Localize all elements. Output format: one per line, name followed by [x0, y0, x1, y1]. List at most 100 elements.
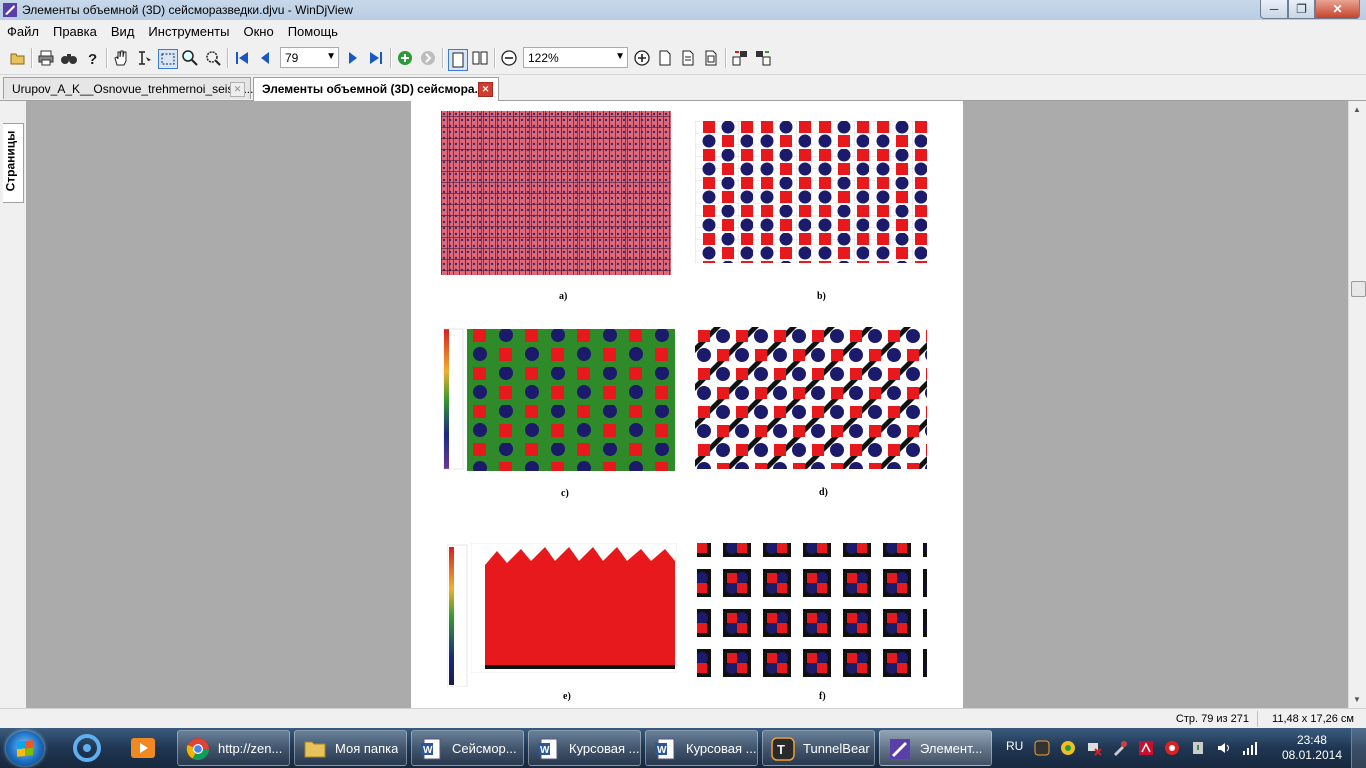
menu-help[interactable]: Помощь — [281, 24, 345, 39]
rect-select-icon[interactable] — [158, 49, 178, 69]
taskbar-item-label: Курсовая ... — [569, 741, 640, 756]
start-button[interactable] — [6, 731, 44, 766]
zoom-rect-icon[interactable] — [204, 49, 222, 67]
network-signal-icon[interactable] — [1242, 740, 1258, 756]
scroll-down-icon[interactable]: ▼ — [1353, 695, 1361, 704]
clock-time: 23:48 — [1296, 733, 1327, 747]
word-icon: W — [655, 738, 675, 760]
help-icon[interactable]: ? — [83, 49, 101, 67]
taskbar-item-chrome[interactable]: http://zen... — [177, 730, 290, 766]
print-icon[interactable] — [37, 49, 55, 67]
text-select-icon[interactable] — [135, 49, 153, 67]
single-page-icon[interactable] — [448, 49, 468, 71]
close-icon[interactable]: ✕ — [230, 82, 245, 97]
two-page-icon[interactable] — [471, 49, 489, 67]
page-number-value: 79 — [285, 51, 299, 65]
tunnelbear-tray-icon[interactable] — [1034, 740, 1050, 756]
taskbar-item-label: Сейсмор... — [452, 741, 517, 756]
windjview-app-icon — [3, 3, 17, 17]
adobe-tray-icon[interactable] — [1138, 740, 1154, 756]
forward-icon[interactable] — [419, 49, 437, 67]
menu-file[interactable]: Файл — [0, 24, 46, 39]
taskbar-item-folder[interactable]: Моя папка — [294, 730, 407, 766]
zoom-combo[interactable]: 122% ▼ — [523, 47, 628, 68]
svg-text:W: W — [540, 745, 550, 756]
status-page-size: 11,48 x 17,26 см — [1272, 713, 1354, 725]
zoom-out-icon[interactable] — [500, 49, 518, 67]
first-page-icon[interactable] — [233, 49, 251, 67]
taskbar-item-tunnelbear[interactable]: T TunnelBear — [762, 730, 875, 766]
network-blocked-icon[interactable] — [1086, 740, 1102, 756]
status-bar: Стр. 79 из 271 11,48 x 17,26 см — [0, 708, 1366, 729]
title-bar: Элементы объемной (3D) сейсморазведки.dj… — [0, 0, 1366, 20]
window-title: Элементы объемной (3D) сейсморазведки.dj… — [22, 3, 353, 17]
taskbar-item-word-1[interactable]: W Сейсмор... — [411, 730, 524, 766]
safely-remove-icon[interactable] — [1190, 740, 1206, 756]
show-desktop-button[interactable] — [1351, 728, 1366, 768]
folder-icon — [304, 741, 326, 758]
vertical-scrollbar[interactable]: ▲ ▼ — [1348, 101, 1366, 708]
antivirus-tray-icon[interactable] — [1164, 740, 1180, 756]
zoom-in-tool-icon[interactable] — [181, 49, 199, 67]
pages-panel-tab[interactable]: Страницы — [3, 123, 24, 203]
toolbar: ? 79 ▼ 122% ▼ — [0, 42, 1366, 75]
rotate-right-icon[interactable] — [754, 49, 772, 67]
taskbar-item-label: Элемент... — [920, 741, 983, 756]
close-button[interactable]: ✕ — [1315, 0, 1360, 19]
menu-view[interactable]: Вид — [104, 24, 142, 39]
back-icon[interactable] — [396, 49, 414, 67]
close-icon[interactable]: ✕ — [478, 82, 493, 97]
menu-edit[interactable]: Правка — [46, 24, 104, 39]
next-page-icon[interactable] — [344, 49, 362, 67]
figure-f-caption: f) — [819, 691, 826, 702]
tab-label: Urupov_A_K__Osnovue_trehmernoi_seism... — [12, 82, 254, 96]
chrome-icon — [186, 738, 209, 760]
menu-tools[interactable]: Инструменты — [141, 24, 236, 39]
actual-size-icon[interactable] — [702, 49, 720, 67]
zoom-in-icon[interactable] — [633, 49, 651, 67]
media-player-icon[interactable] — [118, 730, 168, 766]
tab-label: Элементы объемной (3D) сейсмора... — [262, 82, 485, 96]
document-viewport[interactable]: a) b) c) d) e) f) — [26, 101, 1348, 708]
tunnelbear-icon: T — [771, 737, 795, 761]
maximize-button[interactable]: ❐ — [1288, 0, 1315, 19]
open-icon[interactable] — [9, 49, 27, 67]
taskbar-item-word-3[interactable]: W Курсовая ... — [645, 730, 758, 766]
document-tabs: Urupov_A_K__Osnovue_trehmernoi_seism... … — [0, 75, 1366, 101]
chevron-down-icon[interactable]: ▼ — [326, 51, 336, 62]
fit-width-icon[interactable] — [679, 49, 697, 67]
scroll-up-icon[interactable]: ▲ — [1353, 105, 1361, 114]
status-page-info: Стр. 79 из 271 — [1175, 713, 1249, 725]
taskbar-item-label: http://zen... — [218, 741, 283, 756]
clock[interactable]: 23:48 08.01.2014 — [1282, 733, 1342, 763]
taskbar-item-windjview[interactable]: Элемент... — [879, 730, 992, 766]
zoom-value: 122% — [528, 51, 559, 65]
last-page-icon[interactable] — [367, 49, 385, 67]
hand-tool-icon[interactable] — [112, 49, 130, 67]
fit-page-icon[interactable] — [656, 49, 674, 67]
minimize-button[interactable]: ─ — [1260, 0, 1288, 19]
chevron-down-icon[interactable]: ▼ — [615, 51, 625, 62]
taskbar-item-label: Моя папка — [335, 741, 399, 756]
figure-c-caption: c) — [561, 488, 569, 499]
figure-e-caption: e) — [563, 691, 571, 702]
taskbar-item-word-2[interactable]: W Курсовая ... — [528, 730, 641, 766]
figure-c-colorbar — [443, 328, 464, 470]
volume-icon[interactable] — [1216, 740, 1232, 756]
language-indicator[interactable]: RU — [1006, 739, 1023, 753]
tools-tray-icon[interactable] — [1112, 740, 1128, 756]
clock-date: 08.01.2014 — [1281, 748, 1342, 762]
tab-urupov[interactable]: Urupov_A_K__Osnovue_trehmernoi_seism... … — [3, 77, 254, 99]
skype-tray-icon[interactable] — [1060, 740, 1076, 756]
figure-e — [471, 543, 677, 673]
svg-text:?: ? — [88, 51, 97, 67]
find-icon[interactable] — [60, 49, 78, 67]
rotate-left-icon[interactable] — [731, 49, 749, 67]
mail-ru-agent-icon[interactable] — [62, 730, 112, 766]
menu-bar: Файл Правка Вид Инструменты Окно Помощь — [0, 20, 1366, 42]
page-number-combo[interactable]: 79 ▼ — [280, 47, 339, 68]
scrollbar-thumb[interactable] — [1351, 281, 1366, 297]
prev-page-icon[interactable] — [256, 49, 274, 67]
menu-window[interactable]: Окно — [236, 24, 280, 39]
tab-elementy-3d[interactable]: Элементы объемной (3D) сейсмора... ✕ — [253, 77, 499, 101]
